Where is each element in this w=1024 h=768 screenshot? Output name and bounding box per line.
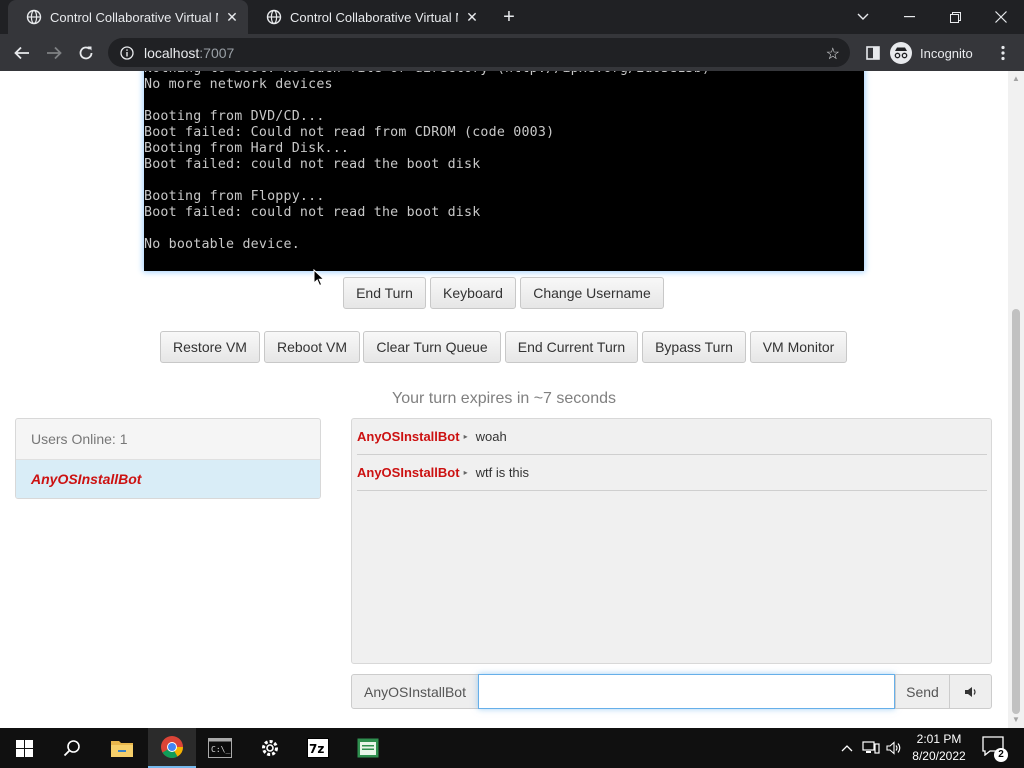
chat-message-user: AnyOSInstallBot [357, 429, 460, 444]
chat-message: AnyOSInstallBot ▸ woah [357, 419, 987, 455]
7zip-icon[interactable]: 7z [294, 728, 342, 768]
globe-icon [26, 9, 42, 25]
vm-display[interactable]: Nothing to boot: No such file or directo… [144, 71, 864, 271]
scroll-up-icon[interactable]: ▲ [1012, 75, 1020, 83]
chat-message-text: woah [475, 429, 507, 444]
bookmark-star-icon[interactable]: ☆ [826, 44, 840, 64]
windows-taskbar: C:\_ 7z 2:01 PM 8/20/2022 2 [0, 728, 1024, 768]
speaker-icon [964, 686, 976, 697]
tab-title: Control Collaborative Virtual Mac [290, 9, 458, 25]
tab-search-icon[interactable] [840, 0, 886, 34]
volume-button[interactable] [949, 674, 992, 709]
app-icon[interactable] [344, 728, 392, 768]
mouse-pointer-icon [313, 269, 325, 287]
page-viewport: Nothing to boot: No such file or directo… [0, 71, 1008, 728]
turn-status-text: Your turn expires in ~7 seconds [392, 390, 616, 407]
incognito-indicator[interactable]: Incognito [890, 39, 973, 67]
settings-icon[interactable] [246, 728, 294, 768]
change-username-button[interactable]: Change Username [520, 277, 664, 309]
close-window-icon[interactable] [978, 0, 1024, 34]
restore-vm-button[interactable]: Restore VM [160, 331, 260, 363]
url-text: localhost:7007 [144, 44, 235, 61]
browser-tab-bar: Control Collaborative Virtual Mac ✕ Cont… [0, 0, 1024, 34]
chat-message-user: AnyOSInstallBot [357, 465, 460, 480]
caret-right-icon: ▸ [463, 432, 468, 441]
scrollbar-thumb[interactable] [1012, 309, 1020, 714]
clock-time: 2:01 PM [916, 732, 962, 746]
chat-input[interactable] [478, 674, 895, 709]
forward-arrow-icon[interactable] [41, 40, 67, 66]
svg-text:C:\_: C:\_ [211, 745, 230, 754]
end-turn-button[interactable]: End Turn [343, 277, 426, 309]
page-scrollbar[interactable]: ▲ ▼ [1008, 71, 1024, 728]
bypass-turn-button[interactable]: Bypass Turn [642, 331, 746, 363]
close-tab-icon[interactable]: ✕ [464, 9, 480, 25]
new-tab-icon[interactable]: + [498, 7, 520, 29]
chat-message-text: wtf is this [475, 465, 530, 480]
tab-title: Control Collaborative Virtual Mac [50, 9, 218, 25]
side-panel-icon[interactable] [860, 40, 886, 66]
notifications-button[interactable]: 2 [982, 736, 1008, 762]
reload-icon[interactable] [73, 40, 99, 66]
send-button[interactable]: Send [895, 674, 950, 709]
globe-icon [266, 9, 282, 25]
minimize-icon[interactable] [886, 0, 932, 34]
scroll-down-icon[interactable]: ▼ [1012, 716, 1020, 724]
browser-tab-active[interactable]: Control Collaborative Virtual Mac ✕ [8, 0, 248, 34]
search-icon[interactable] [48, 728, 96, 768]
back-arrow-icon[interactable] [9, 40, 35, 66]
chrome-icon[interactable] [148, 728, 196, 768]
network-icon[interactable] [860, 728, 882, 768]
chat-panel: AnyOSInstallBot ▸ woah AnyOSInstallBot ▸… [351, 418, 992, 664]
site-info-icon[interactable] [120, 45, 134, 60]
browser-menu-icon[interactable] [990, 40, 1016, 66]
vm-monitor-button[interactable]: VM Monitor [750, 331, 847, 363]
notification-count-badge: 2 [994, 748, 1008, 762]
clear-turn-queue-button[interactable]: Clear Turn Queue [363, 331, 501, 363]
chevron-up-icon[interactable] [838, 728, 856, 768]
browser-toolbar: localhost:7007 ☆ Incognito [0, 34, 1024, 71]
chat-message: AnyOSInstallBot ▸ wtf is this [357, 455, 987, 491]
reboot-vm-button[interactable]: Reboot VM [264, 331, 360, 363]
file-explorer-icon[interactable] [98, 728, 146, 768]
system-clock[interactable]: 2:01 PM 8/20/2022 [900, 731, 978, 765]
chat-input-row: AnyOSInstallBot Send [351, 674, 992, 709]
users-online-heading: Users Online: 1 [16, 419, 320, 460]
svg-text:7z: 7z [309, 742, 324, 756]
address-bar[interactable]: localhost:7007 ☆ [108, 38, 850, 67]
caret-right-icon: ▸ [463, 468, 468, 477]
users-online-panel: Users Online: 1 AnyOSInstallBot [15, 418, 321, 499]
user-list-item[interactable]: AnyOSInstallBot [16, 460, 320, 498]
incognito-icon [890, 42, 912, 64]
terminal-icon[interactable]: C:\_ [196, 728, 244, 768]
clock-date: 8/20/2022 [912, 749, 966, 763]
browser-tab[interactable]: Control Collaborative Virtual Mac ✕ [248, 0, 488, 34]
chat-username-label: AnyOSInstallBot [351, 674, 479, 709]
start-icon[interactable] [0, 728, 48, 768]
restore-window-icon[interactable] [932, 0, 978, 34]
incognito-label: Incognito [920, 45, 973, 61]
close-tab-icon[interactable]: ✕ [224, 9, 240, 25]
keyboard-button[interactable]: Keyboard [430, 277, 516, 309]
end-current-turn-button[interactable]: End Current Turn [505, 331, 638, 363]
vm-console-text: Nothing to boot: No such file or directo… [144, 71, 710, 252]
